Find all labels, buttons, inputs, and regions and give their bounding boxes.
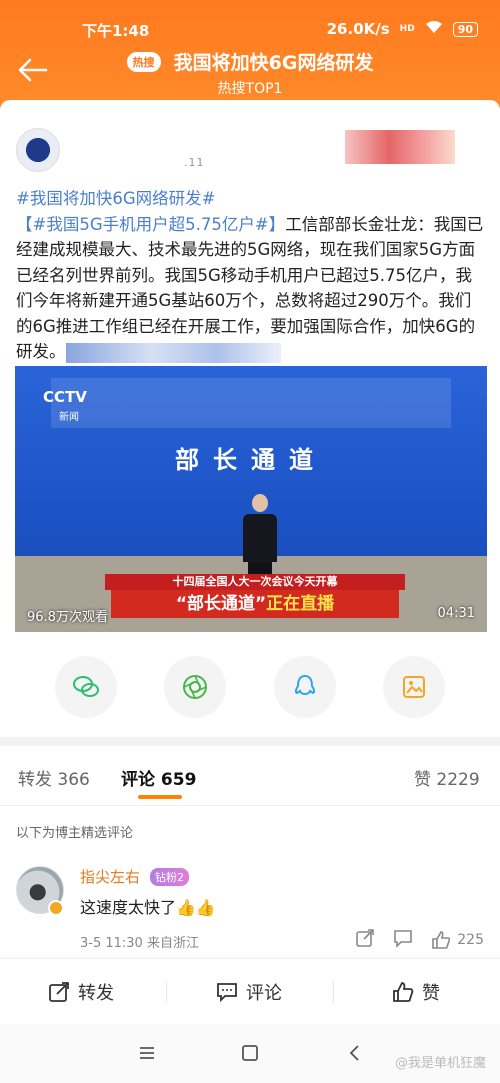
blurred-region xyxy=(345,130,455,164)
video-headline: 部长通道 xyxy=(175,445,327,474)
post-body: 工信部部长金壮龙：我国已经建成规模最大、技术最先进的5G网络，现在我们国家5G方… xyxy=(16,214,484,362)
like-button[interactable]: 赞 xyxy=(392,959,440,1025)
repost-icon xyxy=(49,982,69,1002)
menu-icon[interactable] xyxy=(138,1044,156,1066)
system-nav-bar: @我是单机狂魔 xyxy=(0,1024,500,1083)
verified-badge-icon xyxy=(48,900,64,916)
topic-title: 我国将加快6G网络研发 xyxy=(173,52,374,74)
topic-rank: 热搜TOP1 xyxy=(217,81,283,97)
like-label: 赞 xyxy=(422,983,440,1004)
network-speed: 26.0K/s xyxy=(326,20,390,38)
share-moments-button[interactable] xyxy=(164,656,226,718)
active-tab-indicator xyxy=(138,795,182,799)
signal-hd-label: HD xyxy=(399,24,415,34)
thumbs-up-icon xyxy=(393,982,414,1002)
live-banner: “部长通道”正在直播 xyxy=(111,590,399,618)
live-banner-quote: “部长通道” xyxy=(175,594,267,614)
video-player[interactable]: CCTV 新闻 部长通道 十四届全国人大一次会议今天开幕 “部长通道”正在直播 … xyxy=(15,366,487,632)
share-row xyxy=(0,656,500,720)
hashtag-link[interactable]: #我国将加快6G网络研发# xyxy=(16,189,215,208)
comment-meta: 3-5 11:30 来自浙江 xyxy=(80,936,199,951)
comment-like-button[interactable]: 225 xyxy=(431,930,484,950)
tabs-divider xyxy=(0,805,500,806)
reply-comment-icon[interactable] xyxy=(393,928,413,952)
share-comment-icon[interactable] xyxy=(355,928,375,952)
hot-search-badge: 热搜 xyxy=(126,51,161,72)
author-avatar[interactable] xyxy=(16,128,60,172)
comment-actions: 225 xyxy=(355,928,484,952)
speaker-figure xyxy=(243,494,277,578)
comment-item: 指尖左右 钻粉2 这速度太快了👍👍 3-5 11:30 来自浙江 225 xyxy=(0,860,500,960)
moments-icon xyxy=(183,675,207,699)
fan-level-badge: 钻粉2 xyxy=(150,868,189,886)
comment-icon xyxy=(217,983,237,1003)
comment-label: 评论 xyxy=(246,983,282,1004)
video-backdrop-band xyxy=(51,378,451,428)
battery-icon: 90 xyxy=(452,21,478,37)
comment-text: 这速度太快了👍👍 xyxy=(80,898,216,917)
post-tabs: 转发 366 评论 659 赞 2229 xyxy=(0,755,500,799)
watermark-text: @我是单机狂魔 xyxy=(394,1056,486,1071)
bottom-action-bar: 转发 评论 赞 xyxy=(0,958,500,1024)
curated-comments-note: 以下为博主精选评论 xyxy=(16,826,134,841)
action-separator xyxy=(333,981,334,1003)
cctv-logo: CCTV xyxy=(43,388,87,406)
news-ticker: 十四届全国人大一次会议今天开幕 xyxy=(105,574,405,590)
hashtag-link[interactable]: 【#我国5G手机用户超5.75亿户#】 xyxy=(16,215,285,234)
share-qq-button[interactable] xyxy=(274,656,336,718)
tab-comments[interactable]: 评论 659 xyxy=(121,765,196,790)
view-count: 96.8万次观看 xyxy=(27,610,108,625)
save-image-button[interactable] xyxy=(383,656,445,718)
action-separator xyxy=(166,981,167,1003)
thumbs-up-icon xyxy=(432,931,451,949)
tab-likes[interactable]: 赞 2229 xyxy=(414,765,480,790)
wechat-icon xyxy=(73,676,99,697)
wifi-icon xyxy=(425,20,443,38)
tab-repost[interactable]: 转发 366 xyxy=(18,765,90,790)
comment-like-count: 225 xyxy=(457,932,484,948)
repost-label: 转发 xyxy=(78,983,114,1004)
comment-button[interactable]: 评论 xyxy=(216,959,282,1025)
blurred-link xyxy=(65,342,281,363)
post-text: #我国将加快6G网络研发# 【#我国5G手机用户超5.75亿户#】工信部部长金壮龙… xyxy=(16,186,484,365)
top-header: 下午1:48 26.0K/s HD 90 热搜 我国将加快6G网络研发 热搜TO… xyxy=(0,0,500,108)
commenter-name[interactable]: 指尖左右 xyxy=(80,866,140,887)
repost-button[interactable]: 转发 xyxy=(48,959,114,1025)
status-bar: 下午1:48 26.0K/s HD 90 xyxy=(0,12,500,40)
save-image-icon xyxy=(403,676,425,698)
live-banner-text: 正在直播 xyxy=(266,594,335,614)
topic-title-row: 热搜 我国将加快6G网络研发 xyxy=(0,48,500,75)
share-wechat-button[interactable] xyxy=(55,656,117,718)
section-divider xyxy=(0,737,500,746)
status-time: 下午1:48 xyxy=(82,22,150,40)
post-time: .11 xyxy=(184,156,205,169)
post-card: .11 #我国将加快6G网络研发# 【#我国5G手机用户超5.75亿户#】工信部部… xyxy=(0,100,500,740)
qq-icon xyxy=(294,674,316,695)
back-icon[interactable] xyxy=(346,1044,364,1066)
cctv-channel-label: 新闻 xyxy=(59,412,79,423)
video-duration: 04:31 xyxy=(437,606,475,621)
home-icon[interactable] xyxy=(241,1044,259,1066)
status-indicators: 26.0K/s HD 90 xyxy=(327,20,478,38)
